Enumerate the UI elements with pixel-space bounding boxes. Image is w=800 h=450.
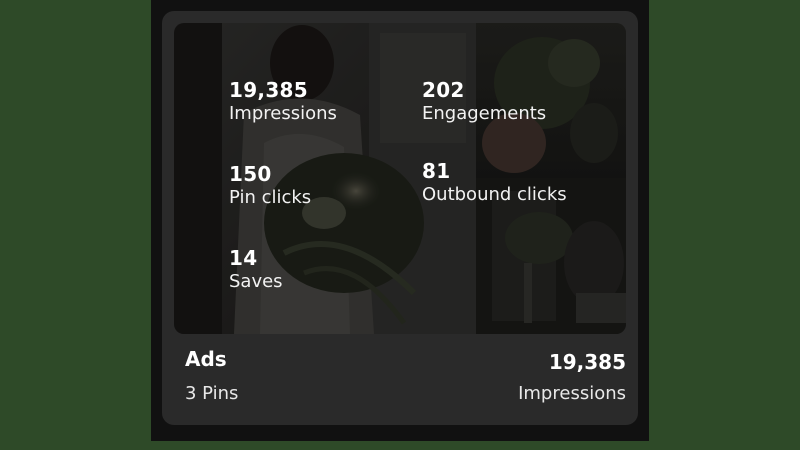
pin-image-collage[interactable]: 19,385 Impressions 202 Engagements 150 P…: [174, 23, 626, 334]
pin-count: 3 Pins: [185, 383, 239, 404]
metric-pin-clicks: 150 Pin clicks: [229, 162, 311, 210]
summary-impressions-value: 19,385: [548, 350, 626, 374]
metric-label: Impressions: [229, 103, 337, 124]
metric-impressions: 19,385 Impressions: [229, 78, 337, 126]
summary-impressions-label: Impressions: [518, 383, 626, 404]
metric-engagements: 202 Engagements: [422, 78, 546, 126]
metric-value: 81: [422, 159, 451, 183]
board-name[interactable]: Ads: [185, 346, 227, 372]
metric-saves: 14 Saves: [229, 246, 283, 294]
metric-label: Outbound clicks: [422, 184, 567, 205]
metric-value: 19,385: [229, 78, 308, 102]
metric-value: 150: [229, 162, 272, 186]
board-panel: 19,385 Impressions 202 Engagements 150 P…: [151, 0, 649, 441]
metric-label: Saves: [229, 271, 283, 292]
metric-outbound-clicks: 81 Outbound clicks: [422, 159, 567, 207]
metric-label: Pin clicks: [229, 187, 312, 208]
metric-label: Engagements: [422, 103, 547, 124]
board-card[interactable]: 19,385 Impressions 202 Engagements 150 P…: [162, 11, 638, 425]
metric-value: 14: [229, 246, 258, 270]
metric-value: 202: [422, 78, 465, 102]
